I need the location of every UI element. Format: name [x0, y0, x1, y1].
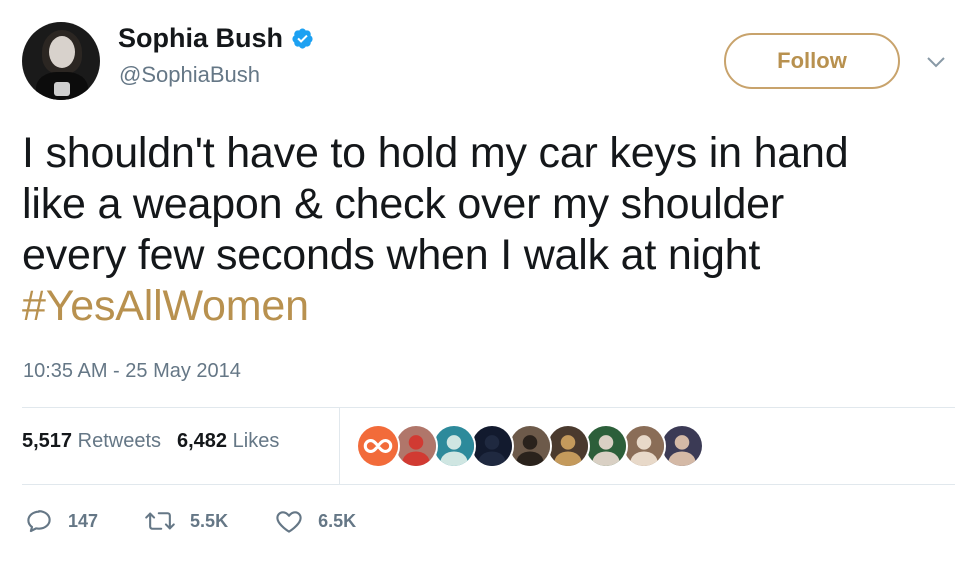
- tweet-actions: 147 5.5K 6.5K: [24, 506, 402, 536]
- liker-avatar-6[interactable]: [546, 424, 590, 468]
- likes-stat[interactable]: 6,482 Likes: [177, 430, 279, 453]
- person-icon: [396, 426, 436, 466]
- verified-badge-icon: [292, 28, 313, 49]
- retweet-count: 5.5K: [190, 510, 229, 531]
- like-count: 6.5K: [318, 510, 357, 531]
- infinity-icon: [358, 426, 398, 466]
- tweet-text-line: I shouldn't have to hold my car keys in …: [22, 129, 849, 177]
- liker-avatar-4[interactable]: [470, 424, 514, 468]
- liker-avatar-3[interactable]: [432, 424, 476, 468]
- tweet-text-line: every few seconds when I walk at night: [22, 231, 761, 279]
- reply-button[interactable]: 147: [24, 506, 98, 536]
- liker-avatar-5[interactable]: [508, 424, 552, 468]
- hashtag-link[interactable]: #YesAllWomen: [22, 281, 952, 332]
- author-name-row[interactable]: Sophia Bush: [118, 23, 314, 54]
- avatar[interactable]: [22, 22, 100, 100]
- divider: [22, 484, 955, 485]
- liker-avatar-9[interactable]: [660, 424, 704, 468]
- liker-avatar-8[interactable]: [622, 424, 666, 468]
- person-icon: [586, 426, 626, 466]
- divider: [22, 407, 955, 408]
- tweet-timestamp[interactable]: 10:35 AM - 25 May 2014: [23, 360, 241, 383]
- person-icon: [510, 426, 550, 466]
- likes-label: Likes: [232, 430, 280, 452]
- person-icon: [624, 426, 664, 466]
- tweet-card: Sophia Bush @SophiaBush Follow I shouldn…: [0, 0, 980, 570]
- liker-avatar-1[interactable]: [356, 424, 400, 468]
- person-icon: [662, 426, 702, 466]
- tweet-text: I shouldn't have to hold my car keys in …: [22, 128, 952, 332]
- liker-avatar-2[interactable]: [394, 424, 438, 468]
- divider-vertical: [339, 407, 340, 484]
- likes-count: 6,482: [177, 430, 228, 452]
- retweet-icon: [145, 512, 175, 530]
- display-name[interactable]: Sophia Bush: [118, 23, 283, 54]
- avatar-face: [49, 36, 75, 68]
- author-handle[interactable]: @SophiaBush: [119, 62, 260, 88]
- avatar-shirt-print: [54, 82, 70, 96]
- retweets-label: Retweets: [77, 430, 161, 452]
- liker-avatar-7[interactable]: [584, 424, 628, 468]
- chevron-down-icon[interactable]: [924, 50, 948, 74]
- retweets-stat[interactable]: 5,517 Retweets: [22, 430, 161, 453]
- retweet-button[interactable]: 5.5K: [144, 506, 228, 536]
- reply-icon: [27, 510, 51, 533]
- person-icon: [548, 426, 588, 466]
- engagement-stats: 5,517 Retweets 6,482 Likes: [22, 430, 279, 453]
- follow-button[interactable]: Follow: [724, 33, 900, 89]
- reply-count: 147: [68, 510, 99, 531]
- retweets-count: 5,517: [22, 430, 73, 452]
- person-icon: [472, 426, 512, 466]
- like-button[interactable]: 6.5K: [274, 506, 356, 536]
- heart-icon: [276, 511, 302, 533]
- tweet-text-line: like a weapon & check over my shoulder: [22, 180, 785, 228]
- person-icon: [434, 426, 474, 466]
- liker-avatars: [356, 424, 704, 468]
